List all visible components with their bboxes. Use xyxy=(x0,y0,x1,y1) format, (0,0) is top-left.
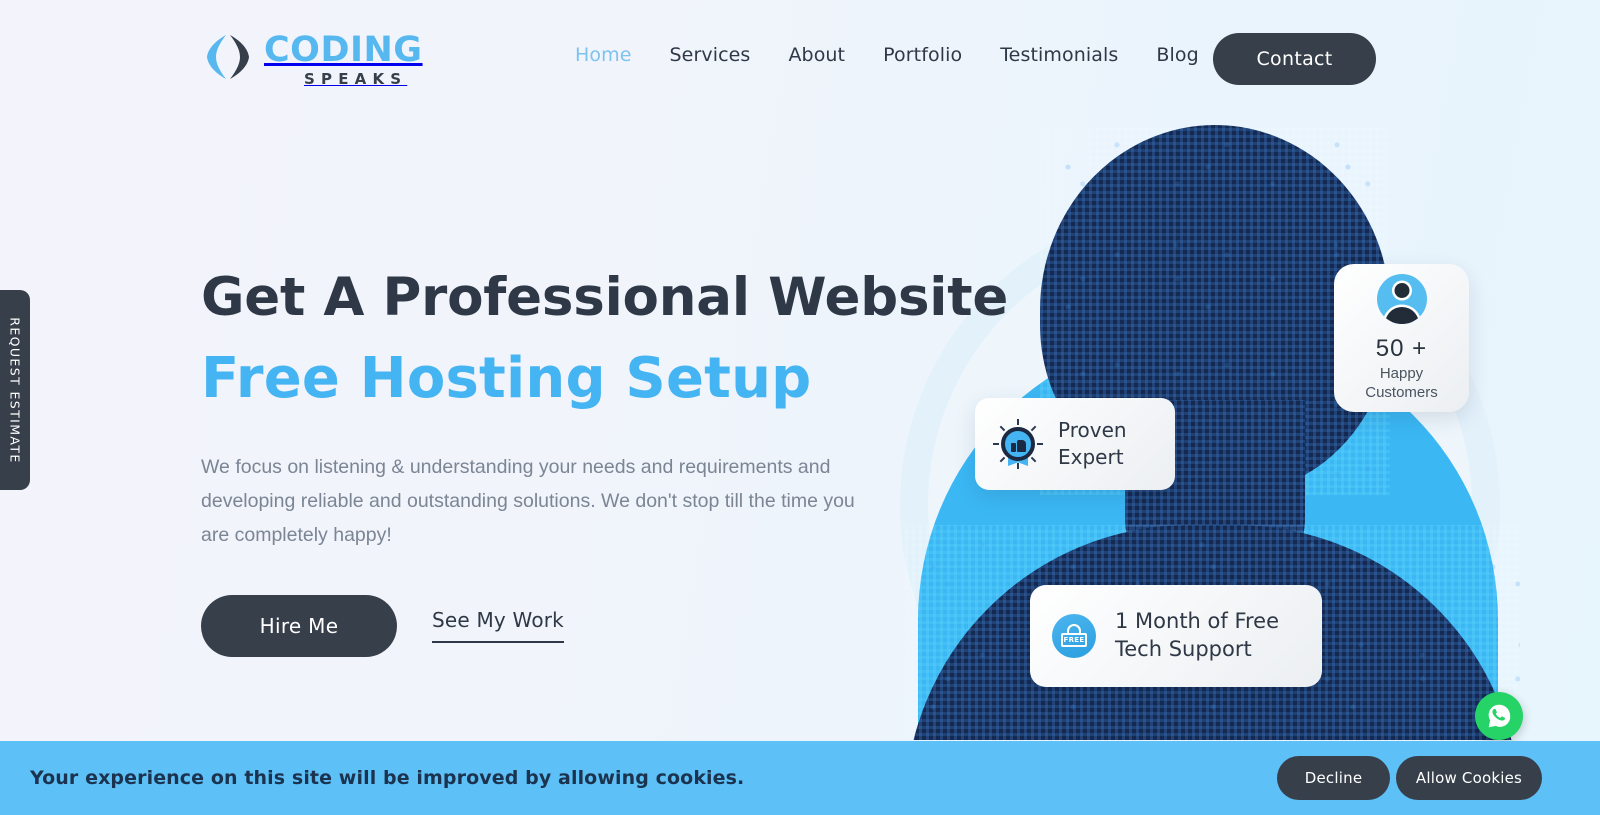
free-tag-icon: FREE xyxy=(1052,614,1096,658)
nav-item-about[interactable]: About xyxy=(769,44,864,66)
free-tech-support-label: 1 Month of Free Tech Support xyxy=(1115,609,1280,661)
main-navigation: Home Services About Portfolio Testimonia… xyxy=(556,44,1218,66)
hero-headline-accent: Free Hosting Setup xyxy=(201,346,812,412)
free-badge-text: FREE xyxy=(1063,636,1085,644)
brand-name-secondary: SPEAKS xyxy=(304,69,408,88)
contact-button[interactable]: Contact xyxy=(1213,33,1376,85)
hero-content: Get A Professional Website Free Hosting … xyxy=(201,267,1009,657)
see-my-work-link[interactable]: See My Work xyxy=(432,608,564,644)
site-header: CODING SPEAKS Home Services About Portfo… xyxy=(0,0,1600,118)
thumbs-up-badge-icon xyxy=(992,418,1044,470)
happy-customers-count: 50 + xyxy=(1375,334,1428,362)
nav-item-portfolio[interactable]: Portfolio xyxy=(864,44,981,66)
person-circle-icon xyxy=(1376,273,1427,324)
allow-cookies-button[interactable]: Allow Cookies xyxy=(1396,756,1542,800)
brand-wordmark: CODING SPEAKS xyxy=(264,29,423,88)
hero-headline-primary: Get A Professional Website xyxy=(201,267,1009,328)
nav-item-home[interactable]: Home xyxy=(556,44,651,66)
hero-description: We focus on listening & understanding yo… xyxy=(201,455,855,547)
request-estimate-tab[interactable]: REQUEST ESTIMATE xyxy=(0,290,30,490)
cookie-consent-banner: Your experience on this site will be imp… xyxy=(0,741,1600,815)
interlocking-chevrons-logo-icon xyxy=(202,32,254,87)
free-tech-support-card: FREE 1 Month of Free Tech Support xyxy=(1030,585,1322,687)
brand-logo[interactable]: CODING SPEAKS xyxy=(202,32,423,87)
happy-customers-card: 50 + Happy Customers xyxy=(1334,264,1469,412)
cookie-message: Your experience on this site will be imp… xyxy=(30,767,745,789)
happy-customers-caption: Happy Customers xyxy=(1365,364,1438,401)
proven-expert-card: Proven Expert xyxy=(975,398,1175,490)
nav-item-services[interactable]: Services xyxy=(651,44,770,66)
whatsapp-chat-button[interactable] xyxy=(1475,692,1523,740)
nav-item-blog[interactable]: Blog xyxy=(1137,44,1217,66)
hire-me-button[interactable]: Hire Me xyxy=(201,594,397,657)
proven-expert-label: Proven Expert xyxy=(1058,418,1127,469)
brand-name-primary: CODING xyxy=(264,29,423,70)
hero-cta-group: Hire Me See My Work xyxy=(201,594,901,657)
decline-cookies-button[interactable]: Decline xyxy=(1277,756,1390,800)
request-estimate-label: REQUEST ESTIMATE xyxy=(7,316,23,464)
whatsapp-icon xyxy=(1488,704,1511,728)
nav-item-testimonials[interactable]: Testimonials xyxy=(981,44,1137,66)
